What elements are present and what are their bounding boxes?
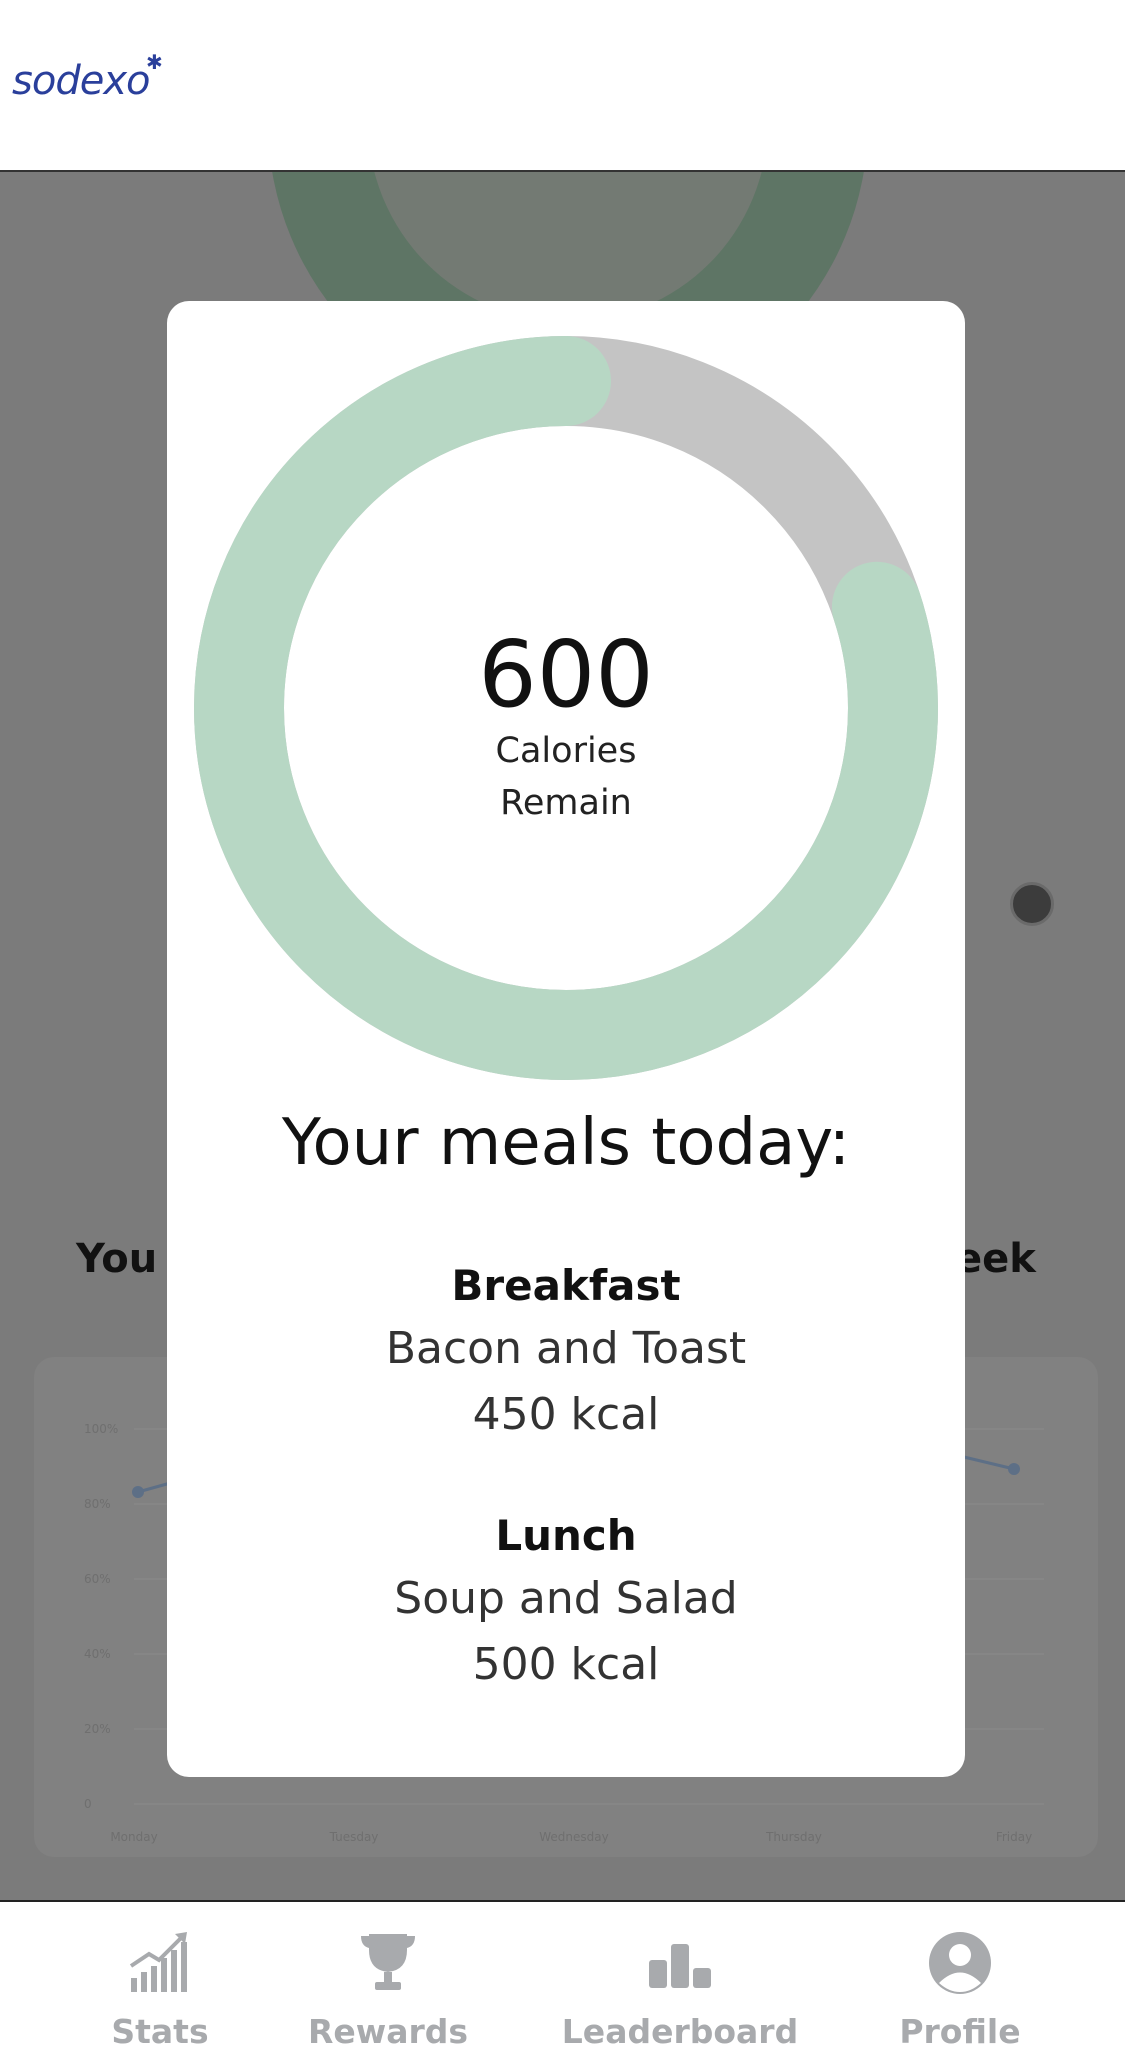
user-avatar-icon bbox=[929, 1932, 991, 1994]
meal-name: Lunch bbox=[495, 1511, 637, 1560]
nav-label-leaderboard: Leaderboard bbox=[561, 2012, 799, 2051]
background-chart-y-tick: 60% bbox=[84, 1572, 111, 1586]
nav-item-rewards[interactable]: Rewards bbox=[268, 1902, 508, 2069]
background-chart-x-tick: Monday bbox=[110, 1830, 157, 1844]
nav-label-profile: Profile bbox=[899, 2012, 1021, 2051]
calories-modal: 600 Calories Remain Your meals today: Br… bbox=[167, 301, 965, 1777]
trophy-icon bbox=[361, 1934, 415, 1990]
background-ring-center bbox=[368, 172, 768, 322]
meal-kcal: 500 kcal bbox=[472, 1639, 660, 1690]
background-chart-point bbox=[1008, 1463, 1020, 1475]
meal-kcal: 450 kcal bbox=[472, 1389, 660, 1440]
background-chart-y-tick: 0 bbox=[84, 1797, 92, 1811]
background-toggle-dot bbox=[1010, 882, 1054, 926]
chart-growth-icon bbox=[129, 1932, 187, 1992]
logo-star-icon: ✱ bbox=[146, 50, 163, 74]
meal-food: Bacon and Toast bbox=[385, 1323, 747, 1374]
background-chart-x-tick: Thursday bbox=[765, 1830, 822, 1844]
background-chart-line-right bbox=[963, 1455, 1015, 1471]
background-chart-y-tick: 100% bbox=[84, 1422, 118, 1436]
sodexo-logo: sodexo ✱ bbox=[12, 44, 182, 114]
bottom-navigation: Stats Rewards Leaderboard Profile bbox=[0, 1900, 1125, 2067]
calories-remaining-value: 600 bbox=[478, 621, 654, 728]
background-chart-y-tick: 40% bbox=[84, 1647, 111, 1661]
background-chart-y-tick: 80% bbox=[84, 1497, 111, 1511]
nav-item-profile[interactable]: Profile bbox=[840, 1902, 1080, 2069]
background-chart-y-tick: 20% bbox=[84, 1722, 111, 1736]
meal-food: Soup and Salad bbox=[394, 1573, 738, 1624]
background-chart-x-tick: Tuesday bbox=[329, 1830, 379, 1844]
background-chart-point bbox=[132, 1486, 144, 1498]
logo-wordmark: sodexo bbox=[12, 58, 150, 104]
nav-label-stats: Stats bbox=[111, 2012, 209, 2051]
meal-name: Breakfast bbox=[451, 1261, 681, 1310]
background-heading-right: eek bbox=[955, 1236, 1036, 1282]
podium-icon bbox=[649, 1944, 711, 1988]
calories-label-line1: Calories bbox=[495, 731, 637, 771]
meals-title: Your meals today: bbox=[281, 1106, 851, 1180]
nav-item-leaderboard[interactable]: Leaderboard bbox=[560, 1902, 800, 2069]
calories-label-line2: Remain bbox=[500, 783, 632, 823]
background-chart-x-tick: Wednesday bbox=[539, 1830, 608, 1844]
background-heading-left: You bbox=[76, 1236, 158, 1282]
nav-label-rewards: Rewards bbox=[307, 2012, 469, 2051]
app-header: sodexo ✱ bbox=[0, 0, 1125, 172]
nav-item-stats[interactable]: Stats bbox=[40, 1902, 280, 2069]
background-chart-x-tick: Friday bbox=[996, 1830, 1032, 1844]
